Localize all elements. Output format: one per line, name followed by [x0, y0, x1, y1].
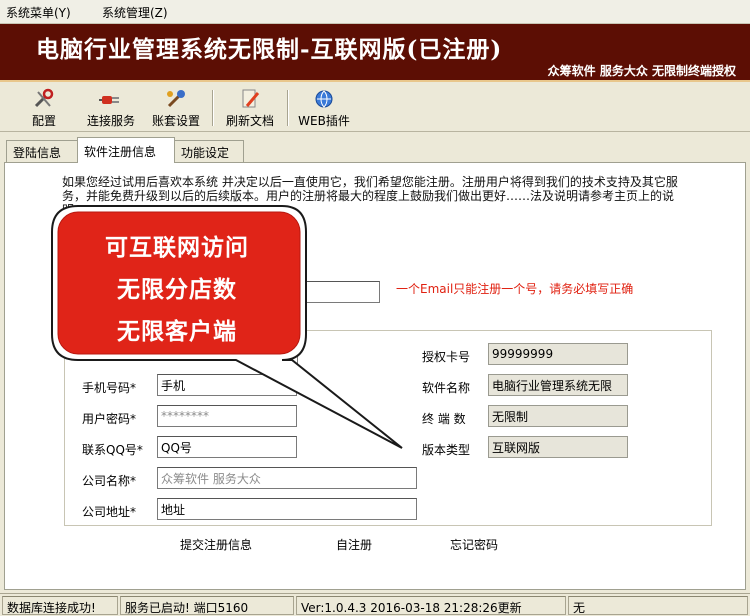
connect-service-button[interactable]: 连接服务 — [82, 86, 140, 130]
menu-admin[interactable]: 系统管理(Z) — [102, 4, 168, 21]
globe-icon — [315, 90, 333, 108]
version-type-field — [488, 436, 628, 458]
terminals-label: 终 端 数 — [422, 412, 466, 426]
tab-strip: 登陆信息 软件注册信息 功能设定 — [0, 136, 750, 163]
phone-input[interactable] — [157, 374, 297, 396]
software-name-label: 软件名称 — [422, 381, 471, 395]
qq-input[interactable] — [157, 436, 297, 458]
email-hint: 一个Email只能注册一个号，请务必填写正确 — [396, 282, 634, 296]
auth-card-field — [488, 343, 628, 365]
menu-system[interactable]: 系统菜单(Y) — [6, 4, 71, 21]
submit-registration-button[interactable]: 提交注册信息 — [180, 536, 252, 553]
banner-subtitle: 众筹软件 服务大众 无限制终端授权 — [547, 64, 736, 78]
plug-icon — [99, 96, 119, 104]
config-button[interactable]: 配置 — [24, 86, 64, 130]
tab-login-info[interactable]: 登陆信息 — [6, 140, 78, 162]
self-register-button[interactable]: 自注册 — [336, 536, 372, 553]
pencil-icon — [242, 89, 260, 108]
web-plugin-button[interactable]: WEB插件 — [294, 86, 354, 130]
config-label: 配置 — [31, 114, 56, 128]
registration-intro-text: 如果您经过试用后喜欢本系统 并决定以后一直使用它，我们希望您能注册。注册用户将得… — [62, 175, 678, 217]
qq-label: 联系QQ号* — [82, 443, 143, 457]
tab-registration-info[interactable]: 软件注册信息 — [77, 137, 175, 163]
status-extra: 无 — [568, 596, 748, 615]
email-input[interactable] — [262, 281, 380, 303]
company-label: 公司名称* — [82, 474, 137, 488]
status-service: 服务已启动! 端口5160 — [120, 596, 294, 615]
password-label: 用户密码* — [82, 412, 137, 426]
refresh-docs-label: 刷新文档 — [225, 114, 274, 128]
version-type-label: 版本类型 — [422, 443, 471, 457]
toolbar: 配置 连接服务 账套设置 刷新文档 WEB插件 — [0, 84, 750, 132]
phone-label: 手机号码* — [82, 381, 137, 395]
toolbar-separator — [212, 90, 214, 126]
toolbar-separator — [287, 90, 289, 126]
tab-feature-settings[interactable]: 功能设定 — [174, 140, 244, 162]
tools-icon — [34, 88, 54, 108]
account-settings-button[interactable]: 账套设置 — [146, 86, 206, 130]
title-banner: 电脑行业管理系统无限制-互联网版(已注册) 众筹软件 服务大众 无限制终端授权 — [0, 24, 750, 82]
menu-bar: 系统菜单(Y) 系统管理(Z) — [0, 0, 750, 24]
status-version: Ver:1.0.4.3 2016-03-18 21:28:26更新 — [296, 596, 566, 615]
status-bar: 数据库连接成功! 服务已启动! 端口5160 Ver:1.0.4.3 2016-… — [0, 593, 750, 616]
auth-card-label: 授权卡号 — [422, 350, 471, 364]
address-input[interactable] — [157, 498, 417, 520]
software-name-field — [488, 374, 628, 396]
company-input[interactable] — [157, 467, 417, 489]
username-input[interactable] — [258, 344, 298, 366]
address-label: 公司地址* — [82, 505, 137, 519]
web-plugin-label: WEB插件 — [298, 114, 350, 128]
connect-service-label: 连接服务 — [86, 114, 135, 128]
terminals-field — [488, 405, 628, 427]
forgot-password-button[interactable]: 忘记密码 — [450, 536, 498, 553]
refresh-docs-button[interactable]: 刷新文档 — [220, 86, 280, 130]
banner-title: 电脑行业管理系统无限制-互联网版(已注册) — [36, 36, 503, 63]
status-db: 数据库连接成功! — [2, 596, 118, 615]
account-settings-label: 账套设置 — [151, 114, 200, 128]
wrench-icon — [167, 90, 185, 108]
password-input[interactable] — [157, 405, 297, 427]
